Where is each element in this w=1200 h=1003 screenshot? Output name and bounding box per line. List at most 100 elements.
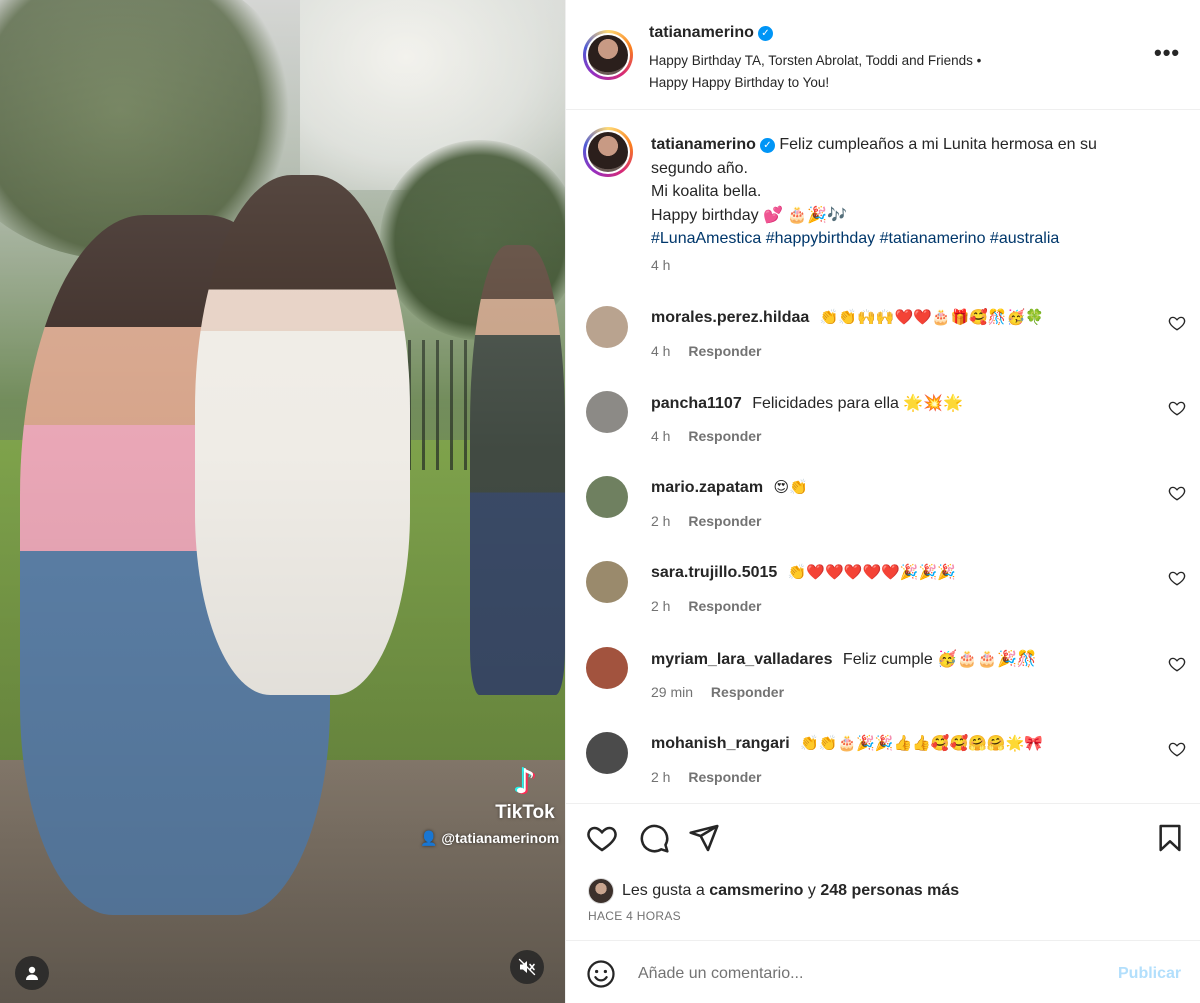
post-side-panel: tatianamerino ✓ Happy Birthday TA, Torste… bbox=[565, 0, 1200, 1003]
comment-content: morales.perez.hildaa 👏👏🙌🙌❤️❤️🎂🎁🥰🎊🥳🍀 bbox=[651, 308, 1044, 327]
comment-text: Felicidades para ella 🌟💥🌟 bbox=[752, 395, 964, 412]
hashtag-link[interactable]: #LunaAmestica bbox=[651, 230, 761, 247]
comment-input[interactable] bbox=[638, 959, 1098, 989]
mute-icon bbox=[518, 958, 536, 976]
publish-button[interactable]: Publicar bbox=[1118, 965, 1181, 983]
commenter-avatar[interactable] bbox=[586, 647, 628, 689]
tagged-users-button[interactable] bbox=[15, 956, 49, 990]
commenter-username[interactable]: morales.perez.hildaa bbox=[651, 309, 809, 326]
like-comment-heart-icon[interactable] bbox=[1168, 314, 1186, 332]
post-header: tatianamerino ✓ Happy Birthday TA, Torste… bbox=[566, 0, 1200, 110]
like-heart-icon[interactable] bbox=[586, 822, 618, 854]
reply-button[interactable]: Responder bbox=[688, 513, 761, 529]
post-media[interactable]: ♪ TikTok 👤 @tatianamerinom bbox=[0, 0, 565, 1003]
comment-meta: 2 h Responder bbox=[651, 769, 761, 785]
hashtag-link[interactable]: #tatianamerino bbox=[880, 230, 986, 247]
comment-bubble-icon[interactable] bbox=[638, 822, 670, 854]
comment-content: mario.zapatam 😍👏 bbox=[651, 478, 808, 497]
comment-item: pancha1107 Felicidades para ella 🌟💥🌟 4 h… bbox=[566, 385, 1200, 465]
commenter-avatar[interactable] bbox=[586, 391, 628, 433]
post-timestamp[interactable]: HACE 4 HORAS bbox=[588, 909, 681, 923]
save-bookmark-icon[interactable] bbox=[1154, 822, 1186, 854]
commenter-avatar[interactable] bbox=[586, 732, 628, 774]
reply-button[interactable]: Responder bbox=[688, 598, 761, 614]
comment-item: sara.trujillo.5015 👏❤️❤️❤️❤️❤️🎉🎉🎉 2 h Re… bbox=[566, 555, 1200, 635]
caption-author-avatar[interactable] bbox=[583, 127, 633, 177]
tiktok-handle: 👤 @tatianamerinom bbox=[420, 830, 559, 847]
comment-time[interactable]: 4 h bbox=[651, 428, 670, 444]
comment-time[interactable]: 29 min bbox=[651, 684, 693, 700]
author-avatar[interactable] bbox=[583, 30, 633, 80]
likes-summary: Les gusta a camsmerino y 248 personas má… bbox=[588, 878, 959, 904]
commenter-avatar[interactable] bbox=[586, 561, 628, 603]
comment-time[interactable]: 2 h bbox=[651, 513, 670, 529]
caption-timestamp[interactable]: 4 h bbox=[651, 257, 670, 273]
comment-item: mario.zapatam 😍👏 2 h Responder bbox=[566, 470, 1200, 550]
likes-prefix: Les gusta a bbox=[622, 882, 705, 899]
reply-button[interactable]: Responder bbox=[688, 428, 761, 444]
caption-line-3: Mi koalita bella. bbox=[651, 183, 762, 200]
like-comment-heart-icon[interactable] bbox=[1168, 399, 1186, 417]
hashtag-link[interactable]: #australia bbox=[990, 230, 1059, 247]
comment-meta: 2 h Responder bbox=[651, 513, 761, 529]
comment-content: mohanish_rangari 👏👏🎂🎉🎉👍👍🥰🥰🤗🤗🌟🎀 bbox=[651, 734, 1043, 753]
audio-line-1[interactable]: Happy Birthday TA, Torsten Abrolat, Todd… bbox=[649, 50, 1089, 72]
comment-text: 👏❤️❤️❤️❤️❤️🎉🎉🎉 bbox=[787, 563, 956, 581]
emoji-picker-icon[interactable] bbox=[586, 959, 616, 989]
comment-content: sara.trujillo.5015 👏❤️❤️❤️❤️❤️🎉🎉🎉 bbox=[651, 563, 956, 582]
tiktok-wordmark: TikTok bbox=[495, 802, 555, 823]
caption-line-4: Happy birthday 💕 🎂🎉🎶 bbox=[651, 206, 848, 224]
commenter-username[interactable]: pancha1107 bbox=[651, 395, 742, 412]
likes-count-link[interactable]: 248 personas más bbox=[820, 882, 959, 900]
like-comment-heart-icon[interactable] bbox=[1168, 484, 1186, 502]
comment-meta: 4 h Responder bbox=[651, 428, 761, 444]
reply-button[interactable]: Responder bbox=[688, 769, 761, 785]
like-comment-heart-icon[interactable] bbox=[1168, 569, 1186, 587]
like-comment-heart-icon[interactable] bbox=[1168, 655, 1186, 673]
liker-avatar[interactable] bbox=[588, 878, 614, 904]
caption-hashtags: #LunaAmestica #happybirthday #tatianamer… bbox=[651, 227, 1151, 251]
comment-item: myriam_lara_valladares Feliz cumple 🥳🎂🎂🎉… bbox=[566, 641, 1200, 721]
comment-meta: 29 min Responder bbox=[651, 684, 784, 700]
commenter-username[interactable]: myriam_lara_valladares bbox=[651, 651, 832, 668]
person-icon: 👤 bbox=[420, 830, 438, 846]
comment-time[interactable]: 2 h bbox=[651, 769, 670, 785]
verified-badge-icon: ✓ bbox=[757, 26, 773, 41]
reply-button[interactable]: Responder bbox=[688, 343, 761, 359]
commenter-avatar[interactable] bbox=[586, 476, 628, 518]
hashtag-link[interactable]: #happybirthday bbox=[766, 230, 875, 247]
tiktok-handle-text: @tatianamerinom bbox=[441, 830, 560, 846]
comment-item: morales.perez.hildaa 👏👏🙌🙌❤️❤️🎂🎁🥰🎊🥳🍀 4 h … bbox=[566, 300, 1200, 380]
caption-line-2: segundo año. bbox=[651, 159, 748, 177]
comment-text: Feliz cumple 🥳🎂🎂🎉🎊 bbox=[842, 651, 1037, 668]
commenter-avatar[interactable] bbox=[586, 306, 628, 348]
commenter-username[interactable]: sara.trujillo.5015 bbox=[651, 564, 777, 581]
audio-attribution[interactable]: Happy Birthday TA, Torsten Abrolat, Todd… bbox=[649, 50, 1089, 94]
reply-button[interactable]: Responder bbox=[711, 684, 784, 700]
caption-author-username[interactable]: tatianamerino bbox=[651, 136, 756, 153]
audio-line-2[interactable]: Happy Happy Birthday to You! bbox=[649, 72, 1089, 94]
commenter-username[interactable]: mario.zapatam bbox=[651, 479, 763, 496]
commenter-username[interactable]: mohanish_rangari bbox=[651, 735, 790, 752]
mute-button[interactable] bbox=[510, 950, 544, 984]
liker-username[interactable]: camsmerino bbox=[709, 882, 803, 900]
comment-time[interactable]: 4 h bbox=[651, 343, 670, 359]
more-options-icon[interactable]: ••• bbox=[1154, 40, 1180, 66]
comment-meta: 2 h Responder bbox=[651, 598, 761, 614]
comment-text: 😍👏 bbox=[773, 478, 808, 496]
comment-content: pancha1107 Felicidades para ella 🌟💥🌟 bbox=[651, 393, 963, 413]
add-comment-bar: Publicar bbox=[566, 940, 1200, 1003]
like-comment-heart-icon[interactable] bbox=[1168, 740, 1186, 758]
author-username-text[interactable]: tatianamerino bbox=[649, 24, 754, 41]
comment-meta: 4 h Responder bbox=[651, 343, 761, 359]
author-username[interactable]: tatianamerino ✓ bbox=[649, 24, 773, 42]
comment-time[interactable]: 2 h bbox=[651, 598, 670, 614]
caption-line-1: Feliz cumpleaños a mi Lunita hermosa en … bbox=[779, 136, 1097, 153]
comment-text: 👏👏🎂🎉🎉👍👍🥰🥰🤗🤗🌟🎀 bbox=[800, 734, 1043, 752]
post-actions: Les gusta a camsmerino y 248 personas má… bbox=[566, 803, 1200, 1003]
likes-joiner: y bbox=[807, 882, 816, 899]
user-tag-icon bbox=[26, 966, 38, 980]
tiktok-logo-icon: ♪ bbox=[514, 762, 536, 802]
comment-item: mohanish_rangari 👏👏🎂🎉🎉👍👍🥰🥰🤗🤗🌟🎀 2 h Respo… bbox=[566, 726, 1200, 806]
share-paper-plane-icon[interactable] bbox=[688, 822, 720, 854]
